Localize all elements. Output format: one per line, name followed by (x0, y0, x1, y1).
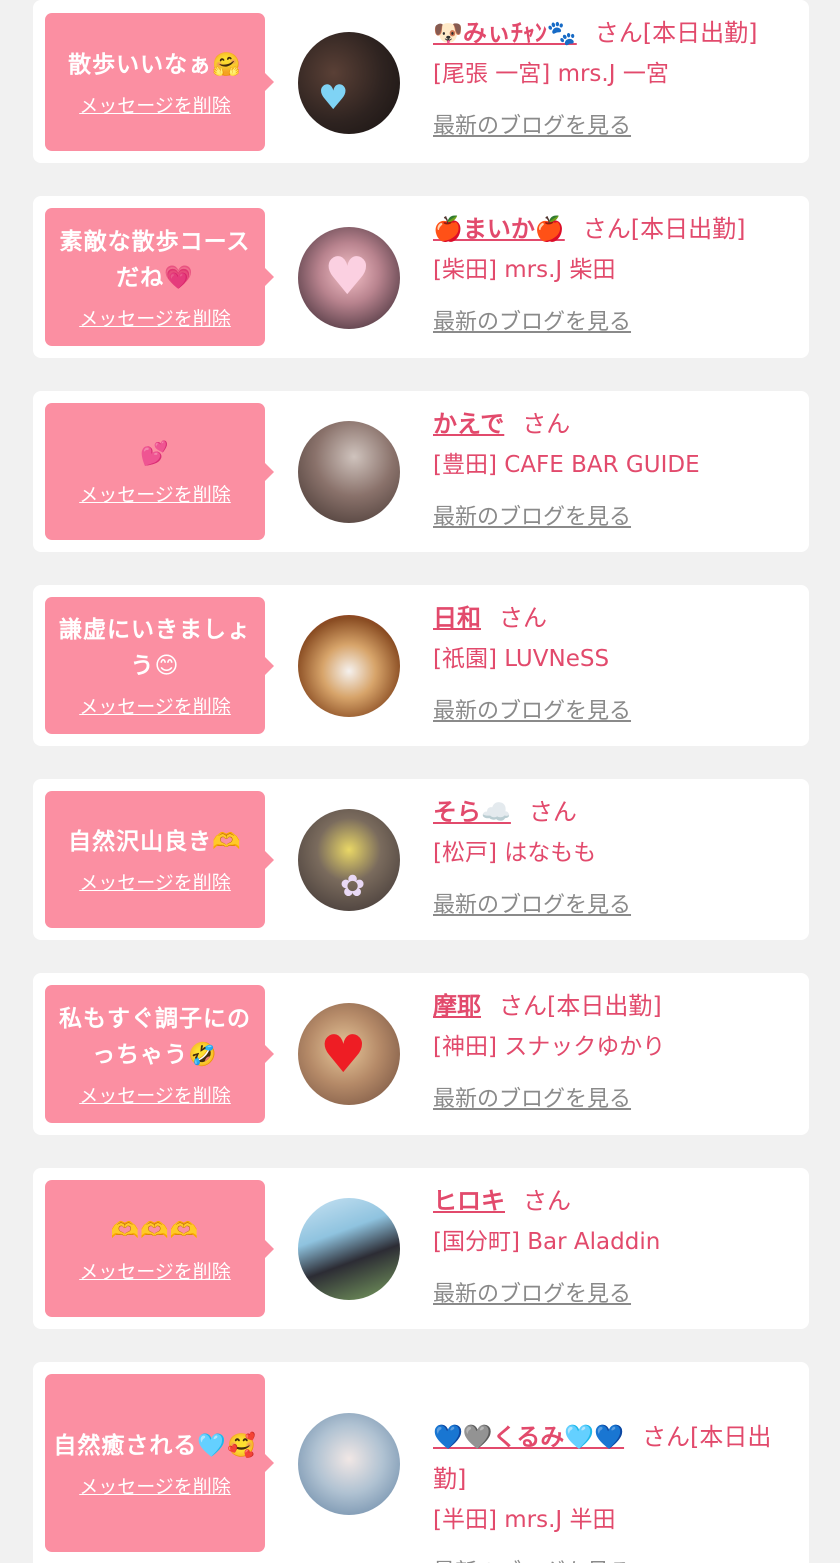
message-card: 散歩いいなぁ🤗 メッセージを削除 ♥ 🐶みぃﾁｬﾝ🐾 さん[本日出勤] [尾張 一… (33, 0, 809, 163)
avatar[interactable] (298, 1413, 400, 1515)
delete-message-link[interactable]: メッセージを削除 (79, 692, 231, 719)
delete-message-link[interactable]: メッセージを削除 (79, 1472, 231, 1499)
honorific-status: さん (499, 604, 547, 632)
honorific-status: さん (522, 410, 571, 438)
shop-name: [半田] mrs.J 半田 (433, 1507, 616, 1533)
avatar[interactable]: ♥ (298, 1003, 400, 1105)
latest-blog-link[interactable]: 最新のブログを見る (433, 1554, 631, 1563)
heart-sticker-icon: ♥ (318, 78, 349, 118)
message-text: 🫶🫶🫶 (110, 1218, 200, 1244)
avatar[interactable] (298, 1198, 400, 1300)
delete-message-link[interactable]: メッセージを削除 (79, 91, 231, 118)
honorific-status: さん[本日出勤] (499, 992, 662, 1020)
latest-blog-link[interactable]: 最新のブログを見る (433, 499, 631, 531)
name-line: そら☁️ さん (433, 791, 788, 833)
message-text: 💕 (140, 441, 170, 467)
message-card: 💕 メッセージを削除 かえで さん [豊田] CAFE BAR GUIDE 最新の… (33, 391, 809, 552)
shop-name: [祇園] LUVNeSS (433, 646, 610, 672)
avatar[interactable]: ♥ (298, 32, 400, 134)
delete-message-link[interactable]: メッセージを削除 (79, 1257, 231, 1284)
message-text: 謙虚にいきましょ う😊 (59, 617, 251, 679)
message-bubble: 私もすぐ調子にの っちゃう🤣 メッセージを削除 (45, 985, 274, 1123)
name-line: ヒロキ さん (433, 1180, 788, 1222)
name-line: 💙🩶くるみ🩵💙 さん[本日出 勤] (433, 1374, 788, 1500)
shop-name: [柴田] mrs.J 柴田 (433, 257, 616, 283)
cast-info: 日和 さん [祇園] LUVNeSS 最新のブログを見る (433, 597, 788, 725)
message-text: 自然癒される🩵🥰 (53, 1432, 257, 1459)
avatar[interactable] (298, 615, 400, 717)
message-bubble: 自然癒される🩵🥰 メッセージを削除 (45, 1374, 274, 1552)
cast-info: 🍎まいか🍎 さん[本日出勤] [柴田] mrs.J 柴田 最新のブログを見る (433, 208, 788, 336)
shop-name: [尾張 一宮] mrs.J 一宮 (433, 61, 669, 87)
message-bubble: 謙虚にいきましょ う😊 メッセージを削除 (45, 597, 274, 734)
cast-info: ヒロキ さん [国分町] Bar Aladdin 最新のブログを見る (433, 1180, 788, 1308)
latest-blog-link[interactable]: 最新のブログを見る (433, 108, 631, 140)
cast-info: 🐶みぃﾁｬﾝ🐾 さん[本日出勤] [尾張 一宮] mrs.J 一宮 最新のブログを… (433, 12, 788, 140)
latest-blog-link[interactable]: 最新のブログを見る (433, 887, 631, 919)
cast-info: 💙🩶くるみ🩵💙さん[本日出 勤] [半田] mrs.J 半田 最新のブログを見る (433, 1374, 788, 1563)
latest-blog-link[interactable]: 最新のブログを見る (433, 1276, 631, 1308)
honorific-status: さん[本日出勤] (594, 19, 758, 47)
message-text: 自然沢山良き🫶 (68, 829, 242, 855)
shop-name: [国分町] Bar Aladdin (433, 1229, 661, 1255)
message-bubble: 自然沢山良き🫶 メッセージを削除 (45, 791, 274, 928)
cast-name-link[interactable]: ヒロキ (433, 1187, 505, 1215)
cast-name-link[interactable]: 🍎まいか🍎 (433, 215, 565, 243)
message-bubble: 素敵な散歩コース だね💗 メッセージを削除 (45, 208, 274, 346)
name-line: 摩耶 さん[本日出勤] (433, 985, 788, 1027)
cast-name-link[interactable]: そら☁️ (433, 798, 511, 826)
delete-message-link[interactable]: メッセージを削除 (79, 480, 231, 507)
latest-blog-link[interactable]: 最新のブログを見る (433, 304, 631, 336)
message-bubble: 散歩いいなぁ🤗 メッセージを削除 (45, 13, 274, 151)
heart-sticker-icon: ♥ (320, 1025, 367, 1085)
paw-sticker-icon: ✿ (340, 869, 366, 904)
message-card: 🫶🫶🫶 メッセージを削除 ヒロキ さん [国分町] Bar Aladdin 最新の… (33, 1168, 809, 1329)
delete-message-link[interactable]: メッセージを削除 (79, 1081, 231, 1108)
shop-name: [豊田] CAFE BAR GUIDE (433, 452, 700, 478)
shop-name: [松戸] はなもも (433, 840, 597, 866)
cast-name-link[interactable]: 🐶みぃﾁｬﾝ🐾 (433, 19, 577, 47)
cast-name-link[interactable]: 💙🩶くるみ🩵💙 (433, 1423, 624, 1451)
name-line: かえで さん (433, 403, 788, 445)
message-text: 素敵な散歩コース だね💗 (59, 228, 251, 291)
heart-sticker-icon: ♥ (324, 247, 371, 307)
shop-name: [神田] スナックゆかり (433, 1034, 666, 1060)
avatar[interactable] (298, 421, 400, 523)
cast-name-link[interactable]: 摩耶 (433, 992, 481, 1020)
name-line: 日和 さん (433, 597, 788, 639)
honorific-status: さん (523, 1187, 571, 1215)
message-text: 私もすぐ調子にの っちゃう🤣 (59, 1005, 251, 1068)
message-text: 散歩いいなぁ🤗 (68, 51, 242, 78)
latest-blog-link[interactable]: 最新のブログを見る (433, 1081, 631, 1113)
message-card: 謙虚にいきましょ う😊 メッセージを削除 日和 さん [祇園] LUVNeSS 最… (33, 585, 809, 746)
avatar[interactable]: ✿ (298, 809, 400, 911)
message-card: 私もすぐ調子にの っちゃう🤣 メッセージを削除 ♥ 摩耶 さん[本日出勤] [神田… (33, 973, 809, 1135)
honorific-status: さん[本日出勤] (582, 215, 746, 243)
cast-name-link[interactable]: かえで (433, 410, 504, 438)
message-list: 散歩いいなぁ🤗 メッセージを削除 ♥ 🐶みぃﾁｬﾝ🐾 さん[本日出勤] [尾張 一… (0, 0, 840, 1563)
message-bubble: 💕 メッセージを削除 (45, 403, 274, 540)
cast-info: かえで さん [豊田] CAFE BAR GUIDE 最新のブログを見る (433, 403, 788, 531)
name-line: 🍎まいか🍎 さん[本日出勤] (433, 208, 788, 250)
cast-info: そら☁️ さん [松戸] はなもも 最新のブログを見る (433, 791, 788, 919)
latest-blog-link[interactable]: 最新のブログを見る (433, 693, 631, 725)
message-card: 素敵な散歩コース だね💗 メッセージを削除 ♥ 🍎まいか🍎 さん[本日出勤] [柴… (33, 196, 809, 358)
message-card: 自然沢山良き🫶 メッセージを削除 ✿ そら☁️ さん [松戸] はなもも 最新のブ… (33, 779, 809, 940)
cast-info: 摩耶 さん[本日出勤] [神田] スナックゆかり 最新のブログを見る (433, 985, 788, 1113)
delete-message-link[interactable]: メッセージを削除 (79, 868, 231, 895)
avatar[interactable]: ♥ (298, 227, 400, 329)
message-card: 自然癒される🩵🥰 メッセージを削除 💙🩶くるみ🩵💙 さん[本日出 勤] [半田] … (33, 1362, 809, 1563)
cast-name-link[interactable]: 日和 (433, 604, 481, 632)
name-line: 🐶みぃﾁｬﾝ🐾 さん[本日出勤] (433, 12, 788, 54)
message-bubble: 🫶🫶🫶 メッセージを削除 (45, 1180, 274, 1317)
delete-message-link[interactable]: メッセージを削除 (79, 304, 231, 331)
honorific-status: さん (528, 798, 577, 826)
